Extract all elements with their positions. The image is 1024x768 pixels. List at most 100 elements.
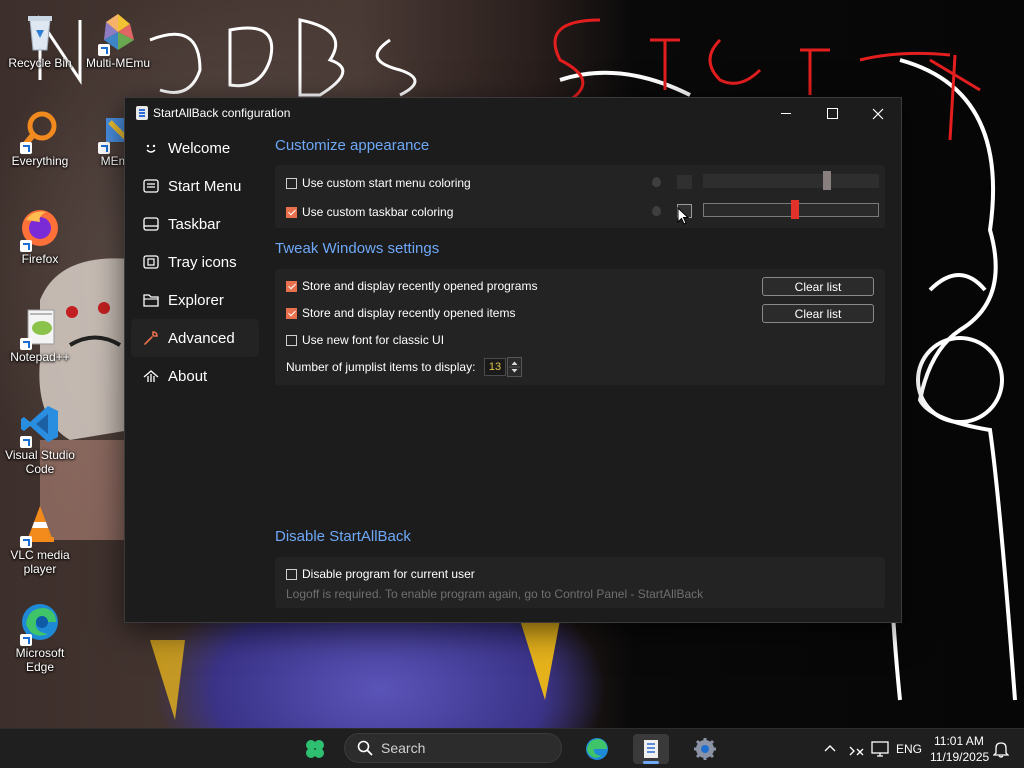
taskbar-edge-button[interactable]	[579, 734, 615, 764]
tray-icon	[143, 254, 159, 270]
disable-program-option[interactable]: Disable program for current user	[286, 566, 475, 582]
start-menu-coloring-option[interactable]: Use custom start menu coloring	[286, 175, 471, 191]
sidebar-item-advanced[interactable]: Advanced	[131, 319, 259, 357]
jumplist-option: Number of jumplist items to display:	[286, 359, 475, 375]
droplet-icon	[652, 177, 661, 187]
tweaks-panel: Store and display recently opened progra…	[275, 269, 885, 385]
start-menu-icon	[143, 178, 159, 194]
sidebar-item-label: Tray icons	[168, 253, 237, 271]
classic-font-checkbox[interactable]	[286, 334, 297, 346]
about-icon	[143, 368, 159, 384]
taskbar-coloring-option[interactable]: Use custom taskbar coloring	[286, 204, 453, 220]
sidebar-item-about[interactable]: About	[125, 357, 265, 395]
clear-recent-items-button[interactable]: Clear list	[762, 304, 874, 323]
sidebar-item-label: Welcome	[168, 139, 231, 157]
shortcut-arrow-icon	[20, 536, 32, 548]
sidebar-item-explorer[interactable]: Explorer	[125, 281, 265, 319]
section-title-tweaks: Tweak Windows settings	[275, 240, 440, 257]
desktop-icon-multi-memu[interactable]: Multi-MEmu	[80, 10, 156, 70]
shortcut-arrow-icon	[20, 142, 32, 154]
desktop-icon-label: Firefox	[21, 252, 59, 266]
recent-programs-option[interactable]: Store and display recently opened progra…	[286, 278, 537, 294]
taskbar-coloring-label: Use custom taskbar coloring	[302, 205, 454, 219]
taskbar-search-box[interactable]: Search	[344, 733, 562, 763]
desktop-icon-recycle-bin[interactable]: Recycle Bin	[2, 10, 78, 70]
windows-taskbar: Search ENG 11:01 AM 11/19/2025	[0, 728, 1024, 768]
sidebar-item-taskbar[interactable]: Taskbar	[125, 205, 265, 243]
desktop-icon-label: Visual Studio Code	[5, 448, 75, 476]
wrench-icon	[143, 330, 159, 346]
edge-icon	[18, 600, 62, 646]
desktop-icon-label: Microsoft Edge	[15, 646, 65, 674]
clock-date[interactable]: 11/19/2025	[930, 750, 989, 764]
recent-items-option[interactable]: Store and display recently opened items	[286, 305, 515, 321]
everything-search-icon	[18, 108, 62, 154]
sidebar-item-tray-icons[interactable]: Tray icons	[125, 243, 265, 281]
title-bar[interactable]: StartAllBack configuration	[125, 98, 901, 129]
appearance-panel: Use custom start menu coloring Use custo…	[275, 165, 885, 228]
desktop-icon-everything[interactable]: Everything	[2, 108, 78, 168]
taskbar-slider-thumb[interactable]	[791, 200, 799, 219]
minimize-button[interactable]	[763, 98, 809, 129]
stepper-arrows-icon	[509, 361, 520, 373]
sidebar-item-welcome[interactable]: Welcome	[125, 129, 265, 167]
edge-icon	[586, 738, 608, 760]
jumplist-count-input[interactable]: 13	[484, 358, 506, 376]
start-menu-color-swatch[interactable]	[677, 175, 692, 189]
start-menu-coloring-label: Use custom start menu coloring	[302, 176, 471, 190]
disable-panel: Disable program for current user Logoff …	[275, 557, 885, 608]
sidebar-item-start-menu[interactable]: Start Menu	[125, 167, 265, 205]
recent-items-checkbox[interactable]	[286, 307, 297, 319]
desktop-icon-label: Notepad++	[10, 350, 70, 364]
maximize-button[interactable]	[809, 98, 855, 129]
smile-icon	[143, 140, 159, 156]
network-disconnected-icon[interactable]	[848, 741, 864, 757]
multi-memu-icon	[96, 10, 140, 56]
maximize-icon	[826, 108, 838, 119]
desktop-icon-label: VLC media player	[10, 548, 70, 576]
desktop-icon-edge[interactable]: Microsoft Edge	[2, 600, 78, 674]
mouse-cursor-icon	[677, 207, 689, 225]
startallback-app-icon	[136, 106, 148, 120]
jumplist-label: Number of jumplist items to display:	[286, 360, 476, 374]
start-button[interactable]	[297, 734, 333, 764]
disable-program-checkbox[interactable]	[286, 568, 297, 580]
recent-programs-checkbox[interactable]	[286, 280, 297, 292]
close-icon	[872, 108, 884, 119]
taskbar-coloring-checkbox[interactable]	[286, 206, 297, 218]
close-button[interactable]	[855, 98, 901, 129]
sidebar-item-label: About	[168, 367, 208, 385]
folder-icon	[143, 292, 159, 308]
jumplist-stepper[interactable]	[507, 357, 522, 377]
recycle-bin-icon	[18, 10, 62, 54]
window-title: StartAllBack configuration	[153, 106, 291, 120]
clear-recent-programs-button[interactable]: Clear list	[762, 277, 874, 296]
firefox-icon	[18, 206, 62, 252]
sidebar-item-label: Explorer	[168, 291, 224, 309]
desktop-icon-notepadpp[interactable]: Notepad++	[2, 304, 78, 364]
taskbar-settings-button[interactable]	[687, 734, 723, 764]
start-menu-opacity-slider[interactable]	[703, 174, 879, 188]
vlc-cone-icon	[18, 502, 62, 548]
clock-time[interactable]: 11:01 AM	[934, 734, 984, 748]
display-icon[interactable]	[871, 741, 889, 757]
language-indicator[interactable]: ENG	[896, 742, 922, 756]
desktop-icon-vlc[interactable]: VLC media player	[2, 502, 78, 576]
chevron-up-icon[interactable]	[824, 743, 836, 753]
section-title-appearance: Customize appearance	[275, 137, 430, 154]
taskbar-startallback-button[interactable]	[633, 734, 669, 764]
sidebar-item-label: Start Menu	[168, 177, 242, 195]
desktop-icon-vscode[interactable]: Visual Studio Code	[2, 402, 78, 476]
notification-bell-icon[interactable]	[993, 740, 1009, 758]
gear-icon	[694, 738, 716, 760]
shortcut-arrow-icon	[20, 634, 32, 646]
desktop-icon-firefox[interactable]: Firefox	[2, 206, 78, 266]
disable-note: Logoff is required. To enable program ag…	[286, 587, 704, 601]
sidebar-nav: Welcome Start Menu Taskbar Tray icons Ex…	[125, 129, 265, 395]
start-menu-coloring-checkbox[interactable]	[286, 177, 297, 189]
classic-font-option[interactable]: Use new font for classic UI	[286, 332, 444, 348]
taskbar-icon	[143, 216, 159, 232]
startallback-window: StartAllBack configuration Welcome Start…	[124, 97, 902, 623]
desktop-icon-label: Recycle Bin	[8, 56, 72, 70]
start-menu-slider-thumb[interactable]	[822, 171, 831, 190]
